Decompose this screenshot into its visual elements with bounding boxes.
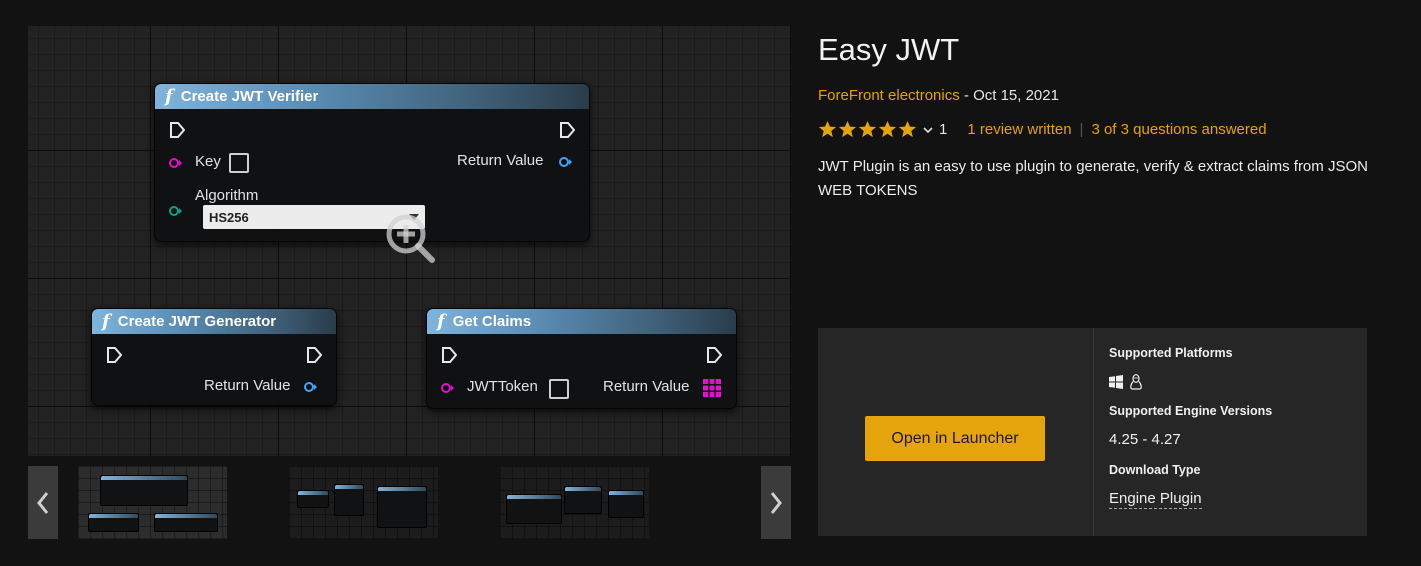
exec-out-icon bbox=[707, 347, 722, 363]
node-header: f Create JWT Verifier bbox=[155, 84, 589, 109]
download-type-value: Engine Plugin bbox=[1109, 490, 1202, 509]
thumbnail-prev-button[interactable] bbox=[28, 466, 58, 539]
seller-link[interactable]: ForeFront electronics bbox=[818, 87, 960, 104]
open-in-launcher-button[interactable]: Open in Launcher bbox=[865, 416, 1045, 461]
jwt-token-checkbox[interactable] bbox=[549, 379, 569, 399]
function-icon: f bbox=[165, 86, 173, 107]
exec-in-icon bbox=[442, 347, 457, 363]
node-title: Get Claims bbox=[452, 313, 532, 330]
algorithm-pin-icon bbox=[169, 206, 182, 216]
star-icon bbox=[818, 120, 837, 138]
rating-separator: | bbox=[1079, 121, 1084, 138]
thumbnail-1[interactable] bbox=[78, 466, 227, 539]
jwt-token-label: JWTToken bbox=[467, 378, 538, 395]
chevron-right-icon bbox=[770, 491, 782, 514]
node-create-jwt-verifier: f Create JWT Verifier Key Return Value A… bbox=[154, 83, 590, 242]
mini-node bbox=[608, 490, 644, 518]
exec-in-icon bbox=[170, 122, 185, 138]
node-header: f Create JWT Generator bbox=[92, 309, 336, 334]
chevron-left-icon bbox=[37, 491, 49, 514]
node-get-claims: f Get Claims JWTToken Return Value bbox=[426, 308, 737, 409]
node-title: Create JWT Generator bbox=[117, 313, 277, 330]
node-create-jwt-generator: f Create JWT Generator Return Value bbox=[91, 308, 337, 406]
reviews-link[interactable]: 1 review written bbox=[967, 121, 1071, 138]
panel-left: Open in Launcher bbox=[818, 328, 1094, 536]
exec-in-icon bbox=[107, 347, 122, 363]
chevron-down-icon[interactable] bbox=[923, 125, 933, 135]
download-type-link[interactable]: Engine Plugin bbox=[1109, 490, 1202, 509]
thumbnail-3[interactable] bbox=[500, 466, 649, 539]
return-value-label: Return Value bbox=[204, 377, 291, 394]
mini-node bbox=[100, 475, 188, 506]
star-icon bbox=[838, 120, 857, 138]
mini-node bbox=[154, 513, 218, 532]
star-icon bbox=[878, 120, 897, 138]
key-pin-icon bbox=[169, 158, 182, 168]
gallery-main-image[interactable]: f Create JWT Verifier Key Return Value A… bbox=[28, 26, 791, 456]
byline: ForeFront electronics - Oct 15, 2021 bbox=[818, 87, 1059, 104]
thumbnail-next-button[interactable] bbox=[761, 466, 791, 539]
return-value-label: Return Value bbox=[603, 378, 690, 395]
rating-count: 1 bbox=[939, 121, 948, 138]
byline-separator: - bbox=[959, 87, 974, 104]
node-title: Create JWT Verifier bbox=[180, 88, 319, 105]
mini-node bbox=[88, 513, 139, 532]
exec-out-icon bbox=[307, 347, 322, 363]
zoom-in-icon[interactable] bbox=[384, 212, 440, 268]
mini-node bbox=[506, 494, 562, 524]
supported-engine-versions-label: Supported Engine Versions bbox=[1109, 404, 1273, 418]
algorithm-label: Algorithm bbox=[195, 187, 259, 204]
return-value-label: Return Value bbox=[457, 152, 544, 169]
star-rating[interactable] bbox=[818, 120, 917, 139]
download-type-label: Download Type bbox=[1109, 463, 1201, 477]
mini-node bbox=[297, 490, 329, 508]
function-icon: f bbox=[102, 311, 110, 332]
supported-platforms-label: Supported Platforms bbox=[1109, 346, 1233, 360]
star-icon bbox=[898, 120, 917, 138]
jwt-token-pin-icon bbox=[441, 383, 454, 393]
mini-node bbox=[334, 484, 364, 516]
star-icon bbox=[858, 120, 877, 138]
exec-out-icon bbox=[560, 122, 575, 138]
release-date: Oct 15, 2021 bbox=[973, 87, 1059, 104]
platform-icons bbox=[1109, 374, 1143, 390]
product-title: Easy JWT bbox=[818, 32, 960, 67]
return-pin-icon bbox=[559, 157, 572, 167]
mini-node bbox=[377, 486, 427, 528]
node-header: f Get Claims bbox=[427, 309, 736, 334]
key-label: Key bbox=[195, 153, 221, 170]
engine-versions-value: 4.25 - 4.27 bbox=[1109, 431, 1181, 448]
product-description: JWT Plugin is an easy to use plugin to g… bbox=[818, 158, 1368, 199]
mini-node bbox=[564, 486, 602, 514]
linux-icon bbox=[1130, 374, 1142, 390]
rating-row: 1 1 review written | 3 of 3 questions an… bbox=[818, 120, 1267, 139]
function-icon: f bbox=[437, 311, 445, 332]
action-panel: Open in Launcher Supported Platforms Sup… bbox=[818, 328, 1367, 536]
array-pin-icon bbox=[703, 379, 721, 397]
key-checkbox[interactable] bbox=[229, 153, 249, 173]
algorithm-value: HS256 bbox=[209, 209, 249, 225]
windows-icon bbox=[1109, 375, 1123, 389]
return-pin-icon bbox=[304, 382, 317, 392]
thumbnail-2[interactable] bbox=[289, 466, 438, 539]
questions-link[interactable]: 3 of 3 questions answered bbox=[1091, 121, 1266, 138]
